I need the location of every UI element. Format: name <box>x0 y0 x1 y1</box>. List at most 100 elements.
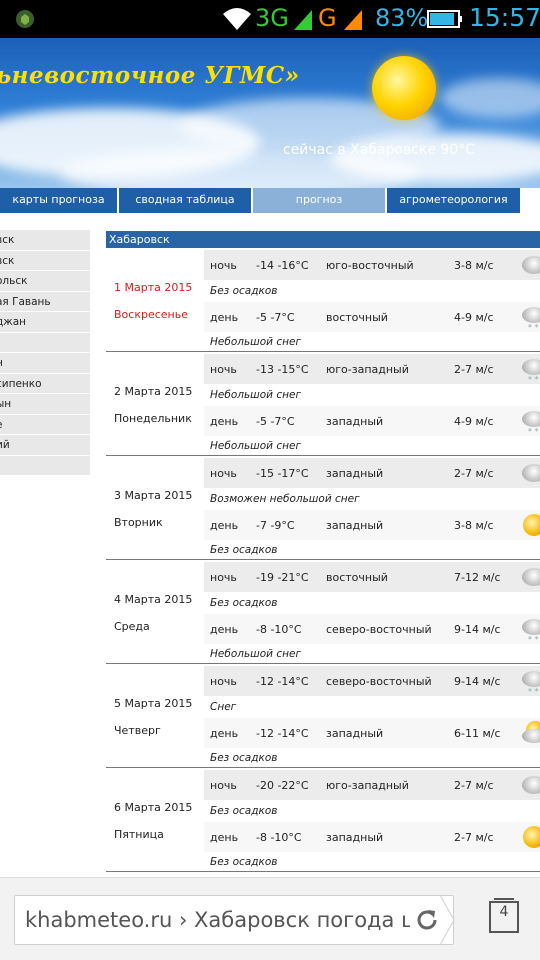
sidebar-item[interactable]: ая Гавань <box>0 291 90 312</box>
wind-speed: 3-8 м/с <box>454 259 494 272</box>
night-precipitation: Снег <box>210 701 237 713</box>
snow-cloud-icon: * * <box>522 305 540 332</box>
cloud-icon <box>522 773 540 797</box>
wind-direction: северо-восточный <box>326 623 432 636</box>
wind-direction: западный <box>326 415 384 428</box>
sidebar-item[interactable]: сипенко <box>0 373 90 394</box>
forecast-date: 1 Марта 2015 <box>114 281 193 294</box>
temperature: -8 -10°С <box>256 831 302 844</box>
night-precipitation: Небольшой снег <box>210 389 301 401</box>
wind-direction: западный <box>326 519 384 532</box>
sidebar-item[interactable]: ын <box>0 394 90 415</box>
time-of-day: ночь <box>210 467 237 480</box>
current-temperature: сейчас в Хабаровске 90°C <box>283 142 476 158</box>
forecast-weekday: Среда <box>114 620 150 633</box>
wind-direction: юго-западный <box>326 779 409 792</box>
night-precipitation: Без осадков <box>210 597 278 609</box>
sidebar-item[interactable]: н <box>0 353 90 374</box>
signal-strength-icon <box>294 10 312 30</box>
temperature: -12 -14°С <box>256 727 309 740</box>
sidebar-item[interactable] <box>0 455 90 476</box>
night-row: ночь -15 -17°С западный 2-7 м/с <box>204 458 540 488</box>
tabs-button[interactable]: 4 <box>488 898 520 934</box>
night-row: ночь -13 -15°С юго-западный 2-7 м/с * * <box>204 354 540 384</box>
cloud-icon <box>522 253 540 277</box>
status-bar: 3G G 83% 15:57 <box>0 0 540 38</box>
wind-speed: 2-7 м/с <box>454 831 494 844</box>
site-banner: ьневосточное УГМС» сейчас в Хабаровске 9… <box>0 38 540 188</box>
tab-summary-table[interactable]: сводная таблица <box>119 188 252 213</box>
sidebar-item[interactable]: ий <box>0 435 90 456</box>
day-precipitation: Без осадков <box>210 544 278 556</box>
sun-icon <box>522 513 540 537</box>
night-precipitation: Без осадков <box>210 805 278 817</box>
time-of-day: день <box>210 415 239 428</box>
wind-direction: западный <box>326 727 384 740</box>
tab-forecast[interactable]: прогноз <box>253 188 386 213</box>
wind-speed: 4-9 м/с <box>454 311 494 324</box>
cloud-icon <box>522 461 540 485</box>
sun-icon <box>522 825 540 849</box>
day-row: день -8 -10°С северо-восточный 9-14 м/с * * <box>204 614 540 644</box>
forecast-weekday: Понедельник <box>114 412 192 425</box>
cloud-icon <box>522 565 540 589</box>
temperature: -5 -7°С <box>256 415 295 428</box>
temperature: -13 -15°С <box>256 363 309 376</box>
forecast-date: 3 Марта 2015 <box>114 489 193 502</box>
sidebar-item[interactable] <box>0 332 90 353</box>
night-precipitation: Без осадков <box>210 285 278 297</box>
battery-icon <box>427 10 462 28</box>
sun-cloud-icon <box>522 721 540 745</box>
forecast-weekday: Четверг <box>114 724 161 737</box>
time-of-day: ночь <box>210 259 237 272</box>
clock: 15:57 <box>469 3 540 32</box>
time-of-day: ночь <box>210 779 237 792</box>
sun-icon <box>372 56 436 120</box>
wind-direction: западный <box>326 831 384 844</box>
forecast-day: 4 Марта 2015 Среда ночь -19 -21°С восточный 7… <box>106 560 540 664</box>
wind-speed: 2-7 м/с <box>454 467 494 480</box>
night-row: ночь -19 -21°С восточный 7-12 м/с <box>204 562 540 592</box>
day-precipitation: Без осадков <box>210 856 278 868</box>
time-of-day: ночь <box>210 571 237 584</box>
reload-icon[interactable] <box>413 906 441 934</box>
url-field[interactable]: khabmeteo.ru › Хабаровск погода ц <box>14 895 454 945</box>
app-notification-icon <box>16 10 34 28</box>
network-type-g: G <box>318 4 337 32</box>
tab-agrometeorology[interactable]: агрометеорология <box>387 188 521 213</box>
wind-speed: 9-14 м/с <box>454 623 501 636</box>
time-of-day: день <box>210 831 239 844</box>
temperature: -20 -22°С <box>256 779 309 792</box>
snow-cloud-icon: * * <box>522 357 540 384</box>
wind-speed: 3-8 м/с <box>454 519 494 532</box>
wind-speed: 2-7 м/с <box>454 363 494 376</box>
day-row: день -5 -7°С западный 4-9 м/с * * <box>204 406 540 436</box>
temperature: -15 -17°С <box>256 467 309 480</box>
snow-cloud-icon: * * <box>522 669 540 696</box>
wind-direction: северо-восточный <box>326 675 432 688</box>
forecast-weekday: Воскресенье <box>114 308 188 321</box>
sidebar-item[interactable]: вск <box>0 230 90 251</box>
sidebar-item[interactable]: джан <box>0 312 90 333</box>
sidebar-item[interactable]: е <box>0 414 90 435</box>
tab-forecast-maps[interactable]: карты прогноза <box>0 188 118 213</box>
day-precipitation: Небольшой снег <box>210 440 301 452</box>
wind-direction: восточный <box>326 571 388 584</box>
sidebar-item[interactable]: вск <box>0 250 90 271</box>
time-of-day: ночь <box>210 675 237 688</box>
wifi-icon <box>223 8 251 30</box>
time-of-day: ночь <box>210 363 237 376</box>
time-of-day: день <box>210 311 239 324</box>
forecast-table: Хабаровск 1 Марта 2015 Воскресенье ночь -14… <box>106 231 540 872</box>
wind-speed: 9-14 м/с <box>454 675 501 688</box>
wind-speed: 7-12 м/с <box>454 571 501 584</box>
night-row: ночь -20 -22°С юго-западный 2-7 м/с <box>204 770 540 800</box>
sidebar-item[interactable]: ольск <box>0 271 90 292</box>
day-row: день -7 -9°С западный 3-8 м/с <box>204 510 540 540</box>
day-row: день -12 -14°С западный 6-11 м/с <box>204 718 540 748</box>
wind-direction: западный <box>326 467 384 480</box>
forecast-day: 6 Марта 2015 Пятница ночь -20 -22°С юго-запа… <box>106 768 540 872</box>
forecast-date: 6 Марта 2015 <box>114 801 193 814</box>
city-header: Хабаровск <box>106 231 540 248</box>
browser-toolbar: khabmeteo.ru › Хабаровск погода ц 4 <box>0 877 540 960</box>
